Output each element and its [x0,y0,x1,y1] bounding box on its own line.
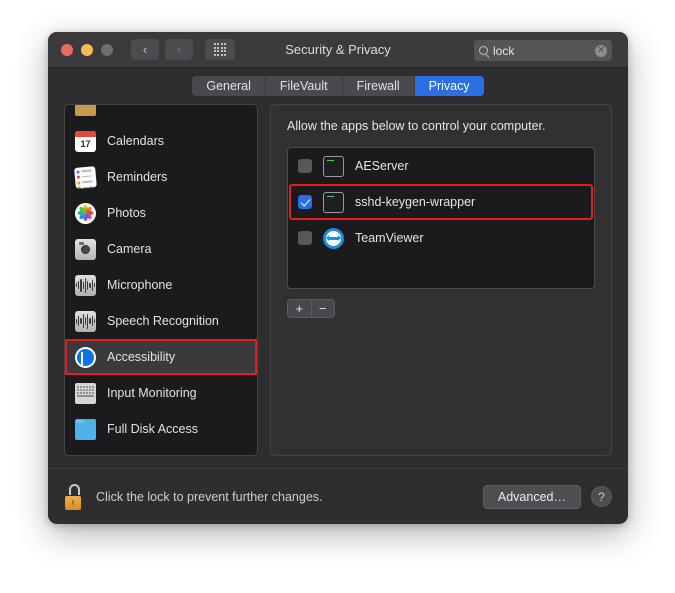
window-footer: Click the lock to prevent further change… [48,468,628,524]
sidebar-item-speech-recognition[interactable]: Speech Recognition [65,303,257,339]
privacy-detail-panel: Allow the apps below to control your com… [270,104,612,456]
search-field[interactable]: lock ✕ [474,40,612,61]
sidebar-item-label: Speech Recognition [107,314,219,328]
unlocked-padlock-icon[interactable] [64,483,86,510]
preference-body: 17 Calendars Reminders Photos Camera Mic… [48,104,628,456]
search-input[interactable]: lock [493,44,590,58]
zoom-window-button [101,43,113,56]
sidebar-item-accessibility[interactable]: Accessibility [65,339,257,375]
tab-group: General FileVault Firewall Privacy [192,76,484,96]
list-item[interactable]: TeamViewer [288,220,594,256]
tab-firewall[interactable]: Firewall [342,76,415,96]
calendar-icon: 17 [75,130,96,152]
sidebar-item-calendars[interactable]: 17 Calendars [65,123,257,159]
sidebar-item-full-disk-access[interactable]: Full Disk Access [65,411,257,447]
forward-button: › [165,39,193,60]
sidebar-item-label: Photos [107,206,146,220]
app-name-label: TeamViewer [355,231,424,245]
tab-filevault[interactable]: FileVault [265,76,343,96]
app-name-label: AEServer [355,159,409,173]
sidebar-item-label: Camera [107,242,152,256]
speech-recognition-icon [75,310,96,332]
app-checkbox[interactable] [298,231,312,245]
microphone-icon [75,274,96,296]
folder-icon [75,418,96,440]
terminal-icon [323,191,344,213]
tab-privacy[interactable]: Privacy [414,76,484,96]
lock-status-text: Click the lock to prevent further change… [96,489,323,504]
help-button[interactable]: ? [591,486,612,507]
panel-description: Allow the apps below to control your com… [287,119,546,133]
tab-general[interactable]: General [192,76,266,96]
list-item[interactable]: AEServer [288,148,594,184]
camera-icon [75,238,96,260]
sidebar-item-label: Calendars [107,134,164,148]
sidebar-item-microphone[interactable]: Microphone [65,267,257,303]
grid-dots-icon [213,43,227,56]
teamviewer-icon [323,227,344,249]
sidebar-item-input-monitoring[interactable]: Input Monitoring [65,375,257,411]
navigation-buttons: ‹ › [131,39,193,60]
app-checkbox[interactable] [298,159,312,173]
contacts-icon [75,105,96,116]
minimize-window-button[interactable] [81,43,93,56]
app-checkbox[interactable] [298,195,312,209]
sidebar-item-photos[interactable]: Photos [65,195,257,231]
sidebar-item-label: Reminders [107,170,168,184]
allowed-apps-list[interactable]: AEServer sshd-keygen-wrapper TeamViewer [287,147,595,289]
list-item[interactable]: sshd-keygen-wrapper [288,184,594,220]
add-remove-segmented-control: + − [287,299,335,318]
close-window-button[interactable] [61,43,73,56]
window-titlebar: ‹ › Security & Privacy lock ✕ [48,32,628,68]
accessibility-icon [75,346,96,368]
privacy-category-sidebar[interactable]: 17 Calendars Reminders Photos Camera Mic… [64,104,258,456]
clear-search-icon[interactable]: ✕ [595,44,607,57]
terminal-icon [323,155,344,177]
traffic-light-controls [61,43,113,56]
add-app-button[interactable]: + [288,300,312,317]
app-name-label: sshd-keygen-wrapper [355,195,476,209]
back-button[interactable]: ‹ [131,39,159,60]
keyboard-icon [75,382,96,404]
sidebar-item-label: Full Disk Access [107,422,198,436]
sidebar-item-reminders[interactable]: Reminders [65,159,257,195]
show-all-grid-icon[interactable] [205,39,235,60]
reminders-icon [74,165,97,189]
photos-icon [75,202,96,224]
sidebar-item-label: Input Monitoring [107,386,197,400]
search-icon [479,46,488,55]
system-preferences-window: ‹ › Security & Privacy lock ✕ General Fi… [48,32,628,524]
advanced-button[interactable]: Advanced… [482,484,581,509]
sidebar-item-label: Accessibility [107,350,176,364]
sidebar-item-camera[interactable]: Camera [65,231,257,267]
sidebar-item-contacts[interactable] [65,105,257,123]
sidebar-item-label: Microphone [107,278,173,292]
sidebar-scroll-area: 17 Calendars Reminders Photos Camera Mic… [65,105,257,455]
preference-tabbar: General FileVault Firewall Privacy [48,68,628,104]
remove-app-button[interactable]: − [311,300,334,317]
